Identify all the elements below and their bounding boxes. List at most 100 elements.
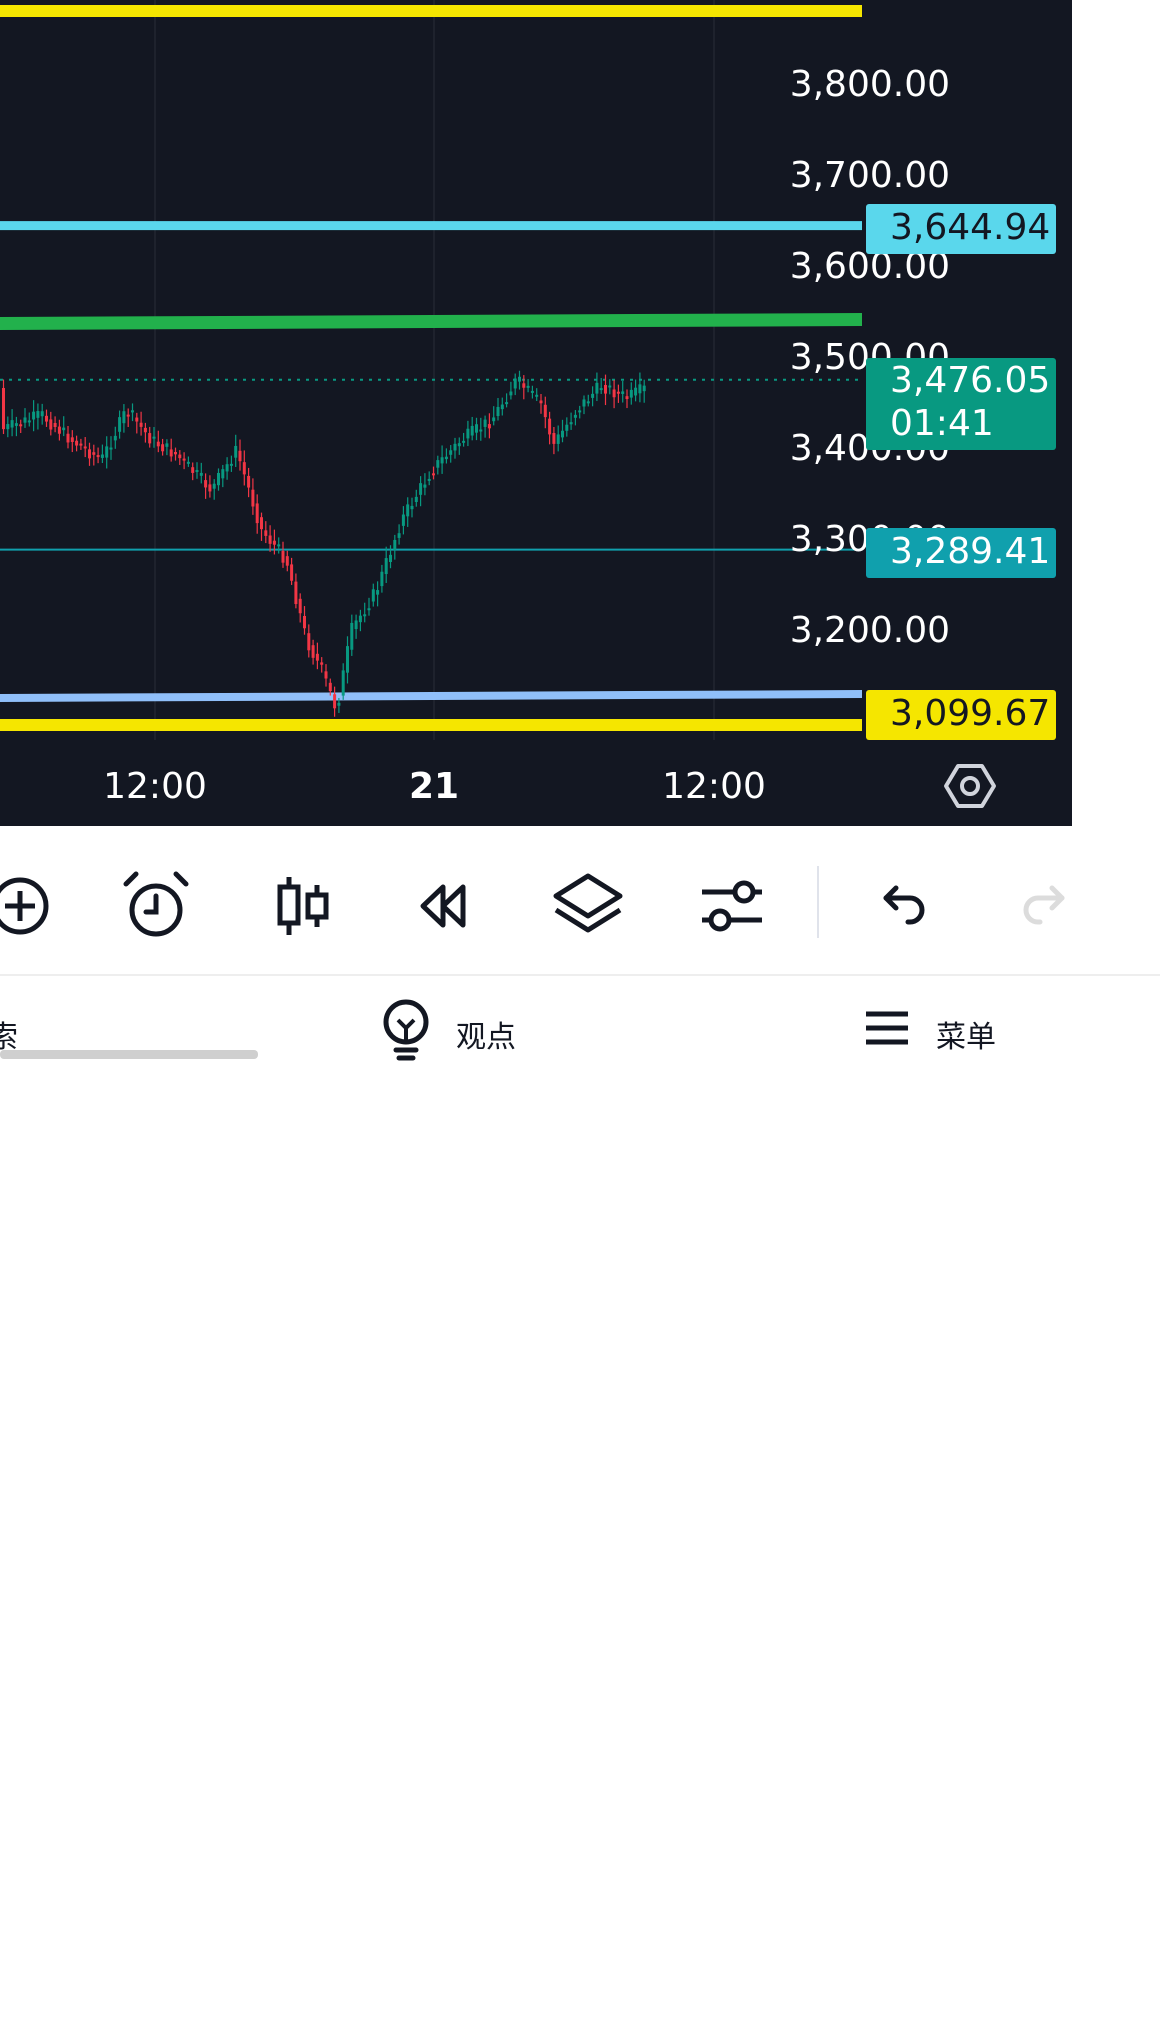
candle-body (195, 470, 199, 473)
candle-body (470, 425, 474, 436)
ideas-tab[interactable]: 观点 (376, 976, 536, 1076)
candle-body (27, 420, 31, 423)
candle-body (242, 462, 246, 475)
candle-body (604, 385, 607, 394)
current-price-value: 3,476.05 (890, 360, 1051, 401)
replay-button[interactable] (404, 866, 484, 946)
candle-body (234, 445, 238, 458)
candle-body (586, 401, 590, 404)
candle-body (191, 467, 195, 473)
candle-body (414, 496, 418, 502)
undo-button[interactable] (862, 866, 942, 946)
candle-body (552, 433, 556, 444)
candle-body (419, 483, 423, 495)
candle-body (462, 440, 466, 443)
redo-button[interactable] (1006, 866, 1086, 946)
candle-body (152, 436, 156, 439)
candle-body (182, 458, 186, 461)
price-axis-label: 3,700.00 (789, 155, 950, 196)
candle-body (75, 440, 79, 446)
candle-body (277, 544, 281, 547)
redo-icon (1023, 885, 1065, 925)
candle-body (608, 385, 612, 388)
candle-body (638, 384, 642, 394)
candle-body (565, 424, 569, 431)
candle-body (92, 452, 96, 455)
candle-body (315, 653, 319, 661)
add-indicator-button[interactable] (0, 866, 60, 946)
candle-body (621, 391, 625, 394)
candle-body (88, 449, 91, 459)
candle-body (83, 446, 87, 449)
candle-body (298, 598, 302, 614)
toolbar-divider (817, 866, 819, 938)
cyan-level-line (0, 221, 862, 231)
candle-body (401, 514, 405, 526)
candle-body (79, 443, 83, 446)
yellow-resistance-line (0, 5, 862, 17)
candle-body (49, 419, 53, 430)
candle-body (225, 464, 229, 472)
candle-body (40, 411, 44, 417)
candle-body (500, 404, 504, 410)
candle-body (556, 434, 560, 444)
alert-button[interactable] (116, 866, 196, 946)
candle-body (217, 472, 220, 486)
candle-body (616, 391, 620, 394)
countdown-timer: 01:41 (890, 403, 994, 444)
candle-body (143, 427, 147, 433)
candle-body (281, 551, 285, 563)
candle-body (440, 457, 444, 464)
menu-icon (866, 1011, 908, 1045)
candle-body (427, 478, 431, 481)
candle-body (169, 449, 173, 457)
candle-body (371, 589, 375, 602)
candle-body (100, 454, 104, 458)
chart-toolbar (0, 826, 1160, 974)
time-axis-label: 12:00 (662, 766, 766, 807)
candle-body (161, 444, 165, 452)
candle-body (126, 414, 130, 417)
candle-body (341, 670, 345, 696)
candle-body (131, 410, 134, 413)
candle-body (148, 433, 152, 444)
candle-body (380, 571, 384, 587)
candle-body (19, 424, 23, 427)
settings-button[interactable] (692, 866, 772, 946)
candle-body (354, 620, 358, 630)
candle-body (105, 446, 109, 458)
chart-area[interactable]: 3,800.00 3,700.00 3,600.00 3,500.00 3,40… (0, 0, 1072, 826)
candle-body (221, 469, 225, 479)
chart-type-button[interactable] (262, 866, 342, 946)
candle-body (487, 424, 491, 429)
candle-body (591, 393, 595, 398)
blue-trend-line (0, 690, 862, 702)
candle-body (178, 454, 182, 459)
candle-body (14, 423, 18, 426)
green-trend-line (0, 313, 862, 330)
candle-body (109, 447, 113, 450)
layers-button[interactable] (548, 866, 628, 946)
candle-body (522, 383, 526, 388)
candle-body (548, 418, 552, 435)
candle-body (595, 382, 599, 394)
menu-tab-label: 菜单 (936, 1020, 996, 1055)
candle-body (57, 426, 61, 434)
candle-body (285, 556, 289, 566)
chart-settings-icon[interactable] (942, 758, 998, 814)
price-axis-label: 3,200.00 (789, 610, 950, 651)
level-tag-yellow: 3,099.67 (866, 690, 1056, 740)
plus-circle-icon (0, 877, 49, 935)
candle-body (66, 433, 70, 443)
candle-body (272, 540, 276, 545)
search-tab[interactable]: 索 (0, 976, 48, 1076)
candle-body (199, 472, 203, 476)
level-tag-value: 3,289.41 (890, 531, 1051, 572)
candle-body (492, 417, 496, 422)
menu-tab[interactable]: 菜单 (860, 976, 1010, 1076)
candle-body (393, 539, 397, 550)
layers-icon (553, 873, 623, 933)
candle-body (290, 564, 294, 581)
candle-body (432, 473, 435, 476)
candle-body (561, 430, 564, 438)
